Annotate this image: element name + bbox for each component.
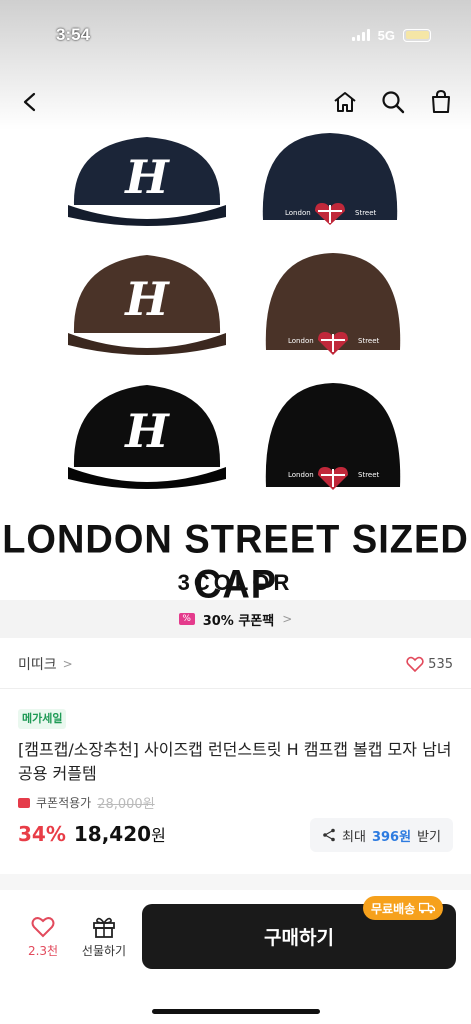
reward-amount: 396원	[371, 829, 412, 845]
heart-icon	[31, 917, 55, 938]
chevron-right-icon: >	[282, 612, 293, 626]
svg-text:London: London	[288, 337, 314, 345]
svg-text:Street: Street	[355, 209, 377, 217]
section-separator	[0, 874, 471, 890]
svg-text:H: H	[123, 150, 170, 204]
brand-row: 미띠크 > 535	[0, 648, 471, 680]
status-time: 3:54	[56, 25, 91, 44]
original-price: 28,000원	[97, 797, 155, 812]
share-icon	[323, 828, 335, 842]
cap-brown-front: H	[68, 255, 226, 355]
coupon-icon: %	[178, 613, 195, 625]
wishlist-button[interactable]: 2.3천	[18, 910, 68, 959]
cap-black-front: H	[68, 385, 226, 489]
bag-icon[interactable]	[427, 88, 455, 116]
battery-icon	[403, 28, 431, 42]
home-icon[interactable]	[331, 88, 359, 116]
coupon-price-line: 쿠폰적용가 28,000원	[18, 793, 155, 812]
coupon-pack-banner[interactable]: % 30% 쿠폰팩 >	[0, 600, 471, 638]
network-type: 5G	[377, 27, 395, 43]
gift-label: 선물하기	[81, 944, 127, 958]
search-icon[interactable]	[379, 88, 407, 116]
reward-suffix: 받기	[417, 829, 441, 845]
svg-text:H: H	[123, 404, 170, 458]
brand-like-button[interactable]: 535	[406, 656, 453, 672]
coupon-price-label: 쿠폰적용가	[36, 796, 92, 810]
wishlist-count: 2.3천	[27, 944, 59, 958]
heart-icon	[406, 656, 424, 672]
svg-text:London: London	[285, 209, 311, 217]
bottom-action-bar: 2.3천 선물하기 무료배송 구매하기	[0, 890, 471, 1024]
signal-icon	[351, 29, 370, 41]
color-count: 3COLOR	[177, 570, 294, 595]
coupon-pack-text: 30% 쿠폰팩	[202, 613, 275, 629]
svg-text:H: H	[123, 272, 170, 326]
status-bar: 3:54 5G	[0, 0, 471, 70]
reward-button[interactable]: 최대 396원 받기	[310, 818, 453, 852]
reward-prefix: 최대	[342, 829, 366, 845]
discount-rate: 34%	[18, 822, 66, 846]
free-shipping-text: 무료배송	[371, 901, 416, 916]
mega-sale-badge: 메가세일	[18, 709, 67, 729]
truck-icon	[419, 902, 436, 914]
free-shipping-badge: 무료배송	[363, 896, 444, 920]
home-indicator	[152, 1009, 320, 1014]
svg-text:Street: Street	[358, 337, 380, 345]
coupon-icon	[18, 797, 30, 808]
cap-brown-back: London Street	[265, 253, 401, 355]
top-nav	[0, 80, 471, 124]
brand-name: 미띠크	[18, 657, 57, 673]
gift-button[interactable]: 선물하기	[78, 910, 130, 959]
product-title: [캠프캡/소장추천] 사이즈캡 런던스트릿 H 캠프캡 볼캡 모자 남녀공용 커…	[18, 740, 452, 783]
chevron-right-icon: >	[62, 657, 73, 671]
svg-text:Street: Street	[358, 471, 380, 479]
gift-icon	[93, 917, 115, 938]
brand-link[interactable]: 미띠크 >	[18, 654, 73, 674]
divider	[0, 688, 471, 689]
sale-price: 18,420원	[73, 822, 166, 846]
back-arrow-icon[interactable]	[16, 88, 44, 116]
cap-navy-front: H	[68, 137, 226, 226]
price-line: 34% 18,420원	[18, 822, 166, 846]
svg-text:London: London	[288, 471, 314, 479]
cap-navy-back: London Street	[262, 133, 398, 225]
brand-like-count: 535	[428, 656, 453, 672]
cap-black-back: London Street	[265, 383, 401, 490]
